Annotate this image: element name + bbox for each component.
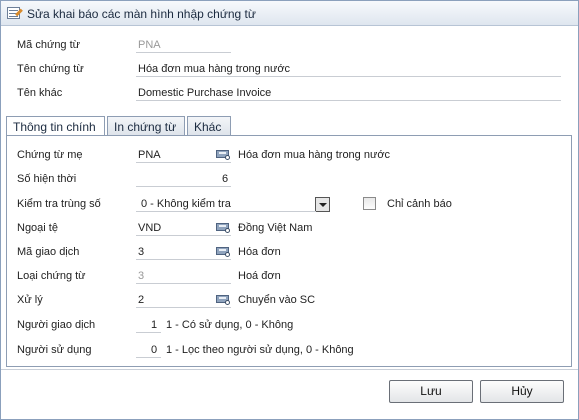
tab-panel-main [6, 135, 572, 367]
dup-check-select[interactable]: 0 - Không kiểm tra [136, 196, 331, 212]
doc-code-label: Mã chứng từ [17, 39, 81, 51]
deliverer-note: 1 - Có sử dụng, 0 - Không [166, 319, 294, 331]
doc-name-field[interactable]: Hóa đơn mua hàng trong nước [138, 63, 290, 75]
footer-divider [1, 369, 578, 370]
dup-check-underline [136, 211, 316, 212]
doc-code-underline [136, 52, 231, 53]
deliverer-field[interactable]: 1 [151, 319, 157, 331]
parent-doc-label: Chứng từ mẹ [17, 149, 83, 161]
parent-doc-field[interactable]: PNA [138, 149, 161, 161]
currency-underline [136, 235, 231, 236]
other-name-label: Tên khác [17, 87, 63, 99]
doc-type-field: 3 [138, 270, 145, 282]
doc-type-name: Hoá đơn [238, 270, 281, 282]
process-underline [136, 307, 231, 308]
trans-code-label: Mã giao dịch [17, 246, 80, 258]
doc-name-underline [136, 76, 561, 77]
other-name-field[interactable]: Domestic Purchase Invoice [138, 87, 271, 99]
warn-only-label: Chỉ cảnh báo [387, 198, 452, 210]
doc-code-field: PNA [138, 39, 161, 51]
user-label: Người sử dụng [17, 344, 92, 356]
other-name-underline [136, 100, 561, 101]
user-field[interactable]: 0 [151, 344, 157, 356]
cancel-button[interactable]: Hủy [480, 380, 564, 403]
save-button[interactable]: Lưu [389, 380, 473, 403]
tab-main-info[interactable]: Thông tin chính [6, 116, 105, 137]
dup-check-value: 0 - Không kiểm tra [141, 198, 231, 210]
current-number-label: Số hiện thời [17, 173, 77, 185]
lookup-icon[interactable] [216, 294, 230, 305]
tab-other[interactable]: Khác [187, 116, 231, 136]
user-underline [136, 357, 161, 358]
chevron-down-icon[interactable] [315, 197, 330, 212]
tab-print[interactable]: In chứng từ [107, 116, 185, 136]
process-field[interactable]: 2 [138, 294, 144, 306]
trans-code-name: Hóa đơn [238, 246, 281, 258]
title-bar: Sửa khai báo các màn hình nhập chứng từ [1, 1, 578, 26]
deliverer-label: Người giao dịch [17, 319, 96, 331]
lookup-icon[interactable] [216, 246, 230, 257]
dup-check-label: Kiểm tra trùng số [17, 198, 101, 210]
doc-type-label: Loại chứng từ [17, 270, 86, 282]
doc-name-label: Tên chứng từ [17, 63, 84, 75]
lookup-icon[interactable] [216, 149, 230, 160]
user-note: 1 - Lọc theo người sử dụng, 0 - Không [166, 344, 354, 356]
process-name: Chuyển vào SC [238, 294, 316, 306]
trans-code-field[interactable]: 3 [138, 246, 144, 258]
currency-field[interactable]: VND [138, 222, 161, 234]
deliverer-underline [136, 332, 161, 333]
parent-doc-name: Hóa đơn mua hàng trong nước [238, 149, 391, 161]
currency-name: Đồng Việt Nam [238, 222, 313, 234]
dialog-window: Sửa khai báo các màn hình nhập chứng từ … [0, 0, 579, 420]
currency-label: Ngoại tệ [17, 222, 58, 234]
current-number-underline [136, 186, 231, 187]
lookup-icon[interactable] [216, 222, 230, 233]
warn-only-checkbox[interactable] [363, 197, 376, 210]
current-number-field[interactable]: 6 [222, 173, 228, 185]
doc-type-underline [136, 283, 231, 284]
trans-code-underline [136, 259, 231, 260]
process-label: Xử lý [17, 294, 43, 306]
window-title: Sửa khai báo các màn hình nhập chứng từ [27, 7, 256, 21]
parent-doc-underline [136, 162, 231, 163]
